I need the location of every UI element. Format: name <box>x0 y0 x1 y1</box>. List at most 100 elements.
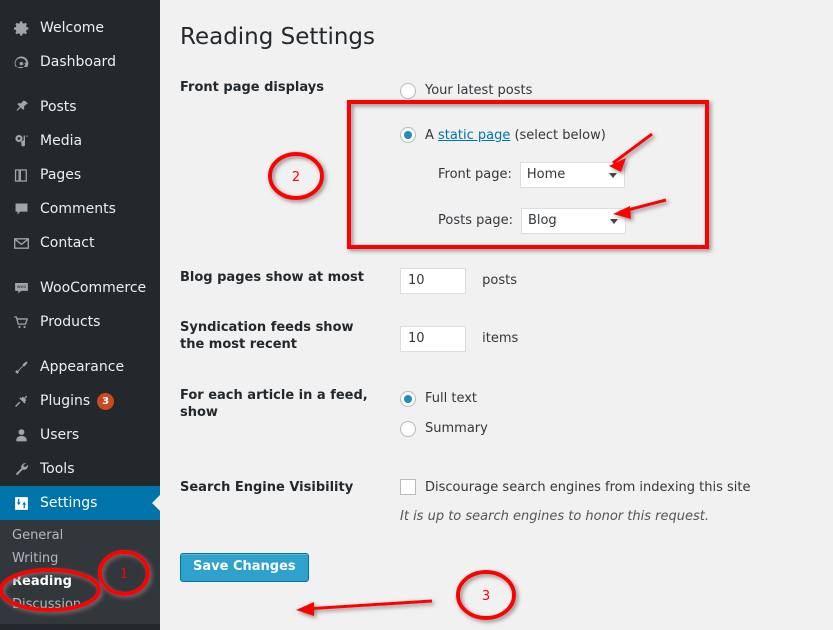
discourage-search-engines-row[interactable]: Discourage search engines from indexing … <box>400 478 810 498</box>
cart-icon <box>11 312 31 332</box>
search-engine-visibility-controls: Discourage search engines from indexing … <box>390 454 820 535</box>
sidebar-item-label: Dashboard <box>40 54 116 70</box>
sidebar-item-products[interactable]: Products <box>0 305 160 339</box>
save-changes-container: Save Changes <box>180 552 833 582</box>
sidebar-item-label: Products <box>40 314 101 330</box>
front-page-select[interactable]: Home <box>519 162 625 188</box>
radio-summary[interactable]: Summary <box>400 419 810 439</box>
discourage-search-engines-label: Discourage search engines from indexing … <box>425 479 751 495</box>
posts-page-select-value: Blog <box>527 213 557 229</box>
posts-page-select[interactable]: Blog <box>520 208 626 234</box>
sidebar-separator-3 <box>0 339 160 350</box>
sidebar-item-contact[interactable]: Contact <box>0 226 160 260</box>
sidebar-item-label: Media <box>40 133 83 149</box>
chevron-down-icon <box>609 219 618 224</box>
posts-page-caption: Posts page: <box>438 213 513 229</box>
sidebar-item-dashboard[interactable]: Dashboard <box>0 45 160 79</box>
sidebar-item-settings[interactable]: Settings <box>0 486 160 520</box>
sidebar-item-label: Contact <box>40 235 95 251</box>
submenu-item-reading[interactable]: Reading <box>0 570 160 593</box>
brush-icon <box>11 357 31 377</box>
sidebar-item-woocommerce[interactable]: woo WooCommerce <box>0 271 160 305</box>
form-row-search-engine-visibility: Search Engine Visibility Discourage sear… <box>180 454 820 535</box>
submenu-item-general[interactable]: General <box>0 524 160 547</box>
submenu-item-discussion[interactable]: Discussion <box>0 593 160 616</box>
sidebar-item-label: Plugins <box>40 393 91 409</box>
submenu-item-writing[interactable]: Writing <box>0 547 160 570</box>
sidebar-item-plugins[interactable]: Plugins 3 <box>0 384 160 418</box>
front-page-select-row: Front page: Home <box>438 162 810 188</box>
sidebar-item-appearance[interactable]: Appearance <box>0 350 160 384</box>
radio-button[interactable] <box>400 421 416 438</box>
sidebar-item-label: Welcome <box>40 20 105 36</box>
posts-page-select-row: Posts page: Blog <box>438 208 810 234</box>
sidebar-item-label: Pages <box>40 167 82 183</box>
radio-button[interactable] <box>400 127 416 144</box>
discourage-search-engines-checkbox[interactable] <box>400 478 416 495</box>
search-engine-visibility-description: It is up to search engines to honor this… <box>400 509 709 525</box>
radio-label: Full text <box>425 390 478 406</box>
sidebar-item-users[interactable]: Users <box>0 418 160 452</box>
sidebar-separator-1 <box>0 79 160 90</box>
front-page-displays-label: Front page displays <box>180 80 324 95</box>
front-page-select-value: Home <box>526 167 566 183</box>
sidebar-item-welcome[interactable]: Welcome <box>0 11 160 45</box>
static-page-link[interactable]: static page <box>438 128 510 143</box>
reading-settings-form: Front page displays Your latest posts A … <box>180 70 820 535</box>
radio-button[interactable] <box>400 390 416 407</box>
wordpress-admin-screen: Welcome Dashboard Posts Media Pages Comm… <box>0 0 833 630</box>
media-icon <box>11 131 31 151</box>
sidebar-item-comments[interactable]: Comments <box>0 192 160 226</box>
blog-pages-unit: posts <box>482 273 517 289</box>
sidebar-item-label: WooCommerce <box>40 280 147 296</box>
radio-static-page[interactable]: A static page (select below) <box>400 126 810 146</box>
form-row-syndication-feeds: Syndication feeds show the most recent 1… <box>180 302 820 364</box>
active-menu-pointer <box>152 495 160 511</box>
blog-pages-controls: 10 posts <box>390 242 820 302</box>
blog-pages-label: Blog pages show at most <box>180 270 364 285</box>
sidebar-item-media[interactable]: Media <box>0 124 160 158</box>
comment-icon <box>11 199 31 219</box>
woocommerce-icon: woo <box>11 278 31 298</box>
envelope-icon <box>11 233 31 253</box>
sidebar-separator-2 <box>0 260 160 271</box>
chevron-down-icon <box>608 173 617 178</box>
form-row-blog-pages: Blog pages show at most 10 posts <box>180 242 820 302</box>
syndication-feeds-label: Syndication feeds show the most recent <box>180 320 354 352</box>
feed-article-controls: Full text Summary <box>390 364 820 454</box>
form-row-feed-article: For each article in a feed, show Full te… <box>180 364 820 454</box>
radio-latest-posts[interactable]: Your latest posts <box>400 81 810 101</box>
feed-article-label: For each article in a feed, show <box>180 387 368 420</box>
static-page-suffix: (select below) <box>510 127 606 143</box>
gear-icon <box>11 18 31 38</box>
radio-button[interactable] <box>400 82 416 99</box>
radio-full-text[interactable]: Full text <box>400 389 810 409</box>
radio-label: Your latest posts <box>425 83 533 98</box>
admin-sidebar: Welcome Dashboard Posts Media Pages Comm… <box>0 0 160 630</box>
front-page-displays-controls: Your latest posts A static page (select … <box>390 70 820 242</box>
sidebar-item-label: Users <box>40 427 80 443</box>
front-page-caption: Front page: <box>438 167 512 183</box>
sidebar-item-tools[interactable]: Tools <box>0 452 160 486</box>
user-icon <box>11 425 31 445</box>
pages-icon <box>11 165 31 185</box>
plugins-update-badge: 3 <box>97 392 115 410</box>
dashboard-icon <box>11 52 31 72</box>
syndication-feeds-input[interactable]: 10 <box>400 326 466 352</box>
save-changes-button[interactable]: Save Changes <box>180 552 309 582</box>
pushpin-icon <box>11 97 31 117</box>
form-row-front-page-displays: Front page displays Your latest posts A … <box>180 70 820 242</box>
radio-label: A static page (select below) <box>425 126 606 146</box>
search-engine-visibility-label: Search Engine Visibility <box>180 479 354 495</box>
sidebar-item-label: Appearance <box>40 359 125 375</box>
plug-icon <box>11 391 31 411</box>
sidebar-item-label: Tools <box>40 461 75 477</box>
blog-pages-input[interactable]: 10 <box>400 268 466 294</box>
sidebar-item-label: Settings <box>40 495 98 511</box>
svg-text:woo: woo <box>16 285 26 290</box>
sidebar-item-posts[interactable]: Posts <box>0 90 160 124</box>
sidebar-item-pages[interactable]: Pages <box>0 158 160 192</box>
sidebar-item-label: Comments <box>40 201 116 217</box>
wrench-icon <box>11 459 31 479</box>
sidebar-top-spacer <box>0 0 160 11</box>
